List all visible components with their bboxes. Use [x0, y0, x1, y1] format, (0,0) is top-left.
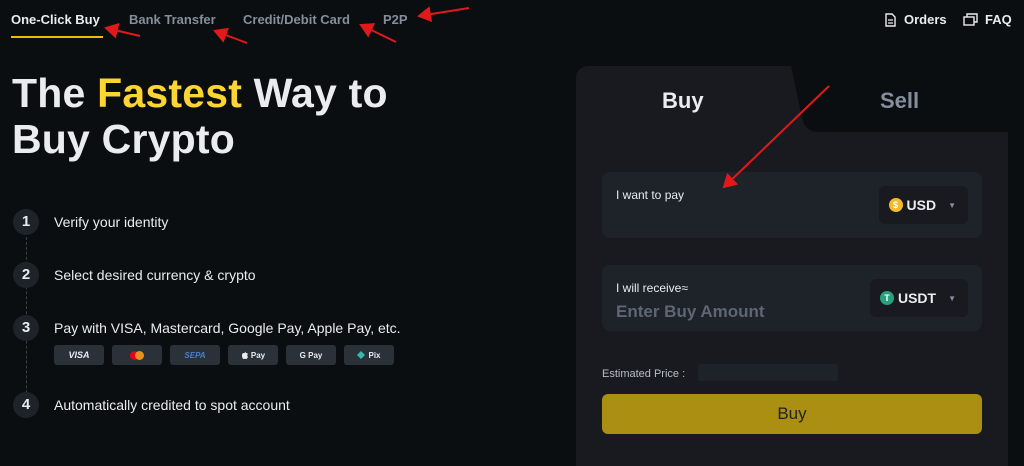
visa-logo: VISA	[54, 345, 104, 365]
step-text-2: Select desired currency & crypto	[54, 267, 256, 283]
receive-currency-select[interactable]: T USDT ▼	[869, 279, 968, 317]
step-number-1: 1	[13, 209, 39, 235]
receive-currency-label: USDT	[897, 290, 937, 306]
active-tab-underline	[11, 36, 103, 38]
tab-credit-debit-card[interactable]: Credit/Debit Card	[243, 12, 350, 27]
receive-amount-input[interactable]	[616, 301, 836, 323]
estimated-price-value	[698, 364, 838, 381]
pix-logo: Pix	[344, 345, 394, 365]
apple-pay-logo: Pay	[228, 345, 278, 365]
orders-link[interactable]: Orders	[884, 12, 947, 27]
tab-sell[interactable]: Sell	[880, 88, 919, 114]
google-pay-logo: G Pay	[286, 345, 336, 365]
faq-label: FAQ	[985, 12, 1012, 27]
orders-label: Orders	[904, 12, 947, 27]
chevron-down-icon: ▼	[948, 200, 956, 210]
mastercard-icon	[130, 350, 144, 360]
buy-sell-panel: Buy Sell I want to pay $ USD ▼ I will re…	[576, 66, 1008, 466]
tab-p2p[interactable]: P2P	[383, 12, 408, 27]
tab-bank-transfer[interactable]: Bank Transfer	[129, 12, 216, 27]
mastercard-logo	[112, 345, 162, 365]
hero-highlight: Fastest	[97, 70, 243, 116]
faq-link[interactable]: FAQ	[963, 12, 1012, 27]
pix-icon	[357, 351, 366, 359]
hero-headline: The Fastest Way to Buy Crypto	[12, 70, 388, 162]
usd-coin-icon: $	[888, 198, 903, 212]
pay-field-label: I want to pay	[616, 188, 685, 202]
top-nav: One-Click Buy Bank Transfer Credit/Debit…	[0, 0, 1024, 40]
step-number-3: 3	[13, 315, 39, 341]
apple-icon	[241, 351, 248, 359]
tab-buy[interactable]: Buy	[662, 88, 704, 114]
buy-button[interactable]: Buy	[602, 394, 982, 434]
receive-field-label: I will receive≈	[616, 281, 688, 295]
pay-currency-label: USD	[906, 197, 937, 213]
hero-line1-post: Way to	[242, 70, 388, 116]
chevron-down-icon: ▼	[948, 293, 956, 303]
usdt-coin-icon: T	[879, 291, 894, 305]
pay-amount-input[interactable]	[616, 208, 836, 230]
payment-methods: VISA SEPA Pay G Pay Pix	[54, 345, 394, 365]
step-number-4: 4	[13, 392, 39, 418]
hero-line1-pre: The	[12, 70, 98, 116]
estimated-price-label: Estimated Price :	[602, 368, 686, 380]
pay-field[interactable]: I want to pay $ USD ▼	[602, 172, 982, 238]
step-number-2: 2	[13, 262, 39, 288]
tab-one-click-buy[interactable]: One-Click Buy	[11, 12, 100, 27]
faq-icon	[963, 12, 978, 26]
step-text-4: Automatically credited to spot account	[54, 397, 290, 413]
step-text-3: Pay with VISA, Mastercard, Google Pay, A…	[54, 320, 401, 336]
sepa-logo: SEPA	[170, 345, 220, 365]
orders-icon	[885, 12, 896, 27]
receive-field[interactable]: I will receive≈ T USDT ▼	[602, 265, 982, 331]
step-text-1: Verify your identity	[54, 214, 169, 230]
pay-currency-select[interactable]: $ USD ▼	[878, 186, 968, 224]
hero-line2: Buy Crypto	[12, 116, 235, 162]
